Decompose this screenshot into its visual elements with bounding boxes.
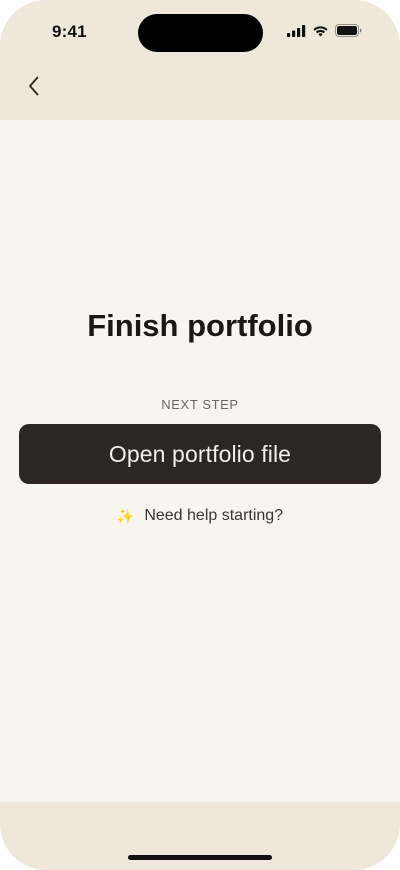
status-icons xyxy=(287,24,362,37)
status-bar: 9:41 xyxy=(0,0,400,64)
open-portfolio-file-button[interactable]: Open portfolio file xyxy=(19,424,381,484)
need-help-text: Need help starting? xyxy=(144,507,284,524)
next-step-label: NEXT STEP xyxy=(161,397,239,412)
chevron-left-icon xyxy=(27,75,41,102)
dynamic-island xyxy=(138,14,263,52)
home-indicator[interactable] xyxy=(128,855,272,860)
battery-icon xyxy=(335,24,362,37)
back-button[interactable] xyxy=(18,70,50,106)
open-portfolio-file-label: Open portfolio file xyxy=(108,440,292,467)
page-title: Finish portfolio xyxy=(87,308,313,343)
wifi-icon xyxy=(312,25,329,37)
status-time: 9:41 xyxy=(52,22,87,41)
phone-screen: 9:41 Finish portfolio NEXT STEP Open por… xyxy=(0,0,400,870)
need-help-link[interactable]: ✨ Need help starting? xyxy=(0,507,400,525)
main-content: Finish portfolio NEXT STEP Open portfoli… xyxy=(0,120,400,802)
cellular-signal-icon xyxy=(287,24,306,37)
sparkles-icon: ✨ xyxy=(116,508,135,524)
